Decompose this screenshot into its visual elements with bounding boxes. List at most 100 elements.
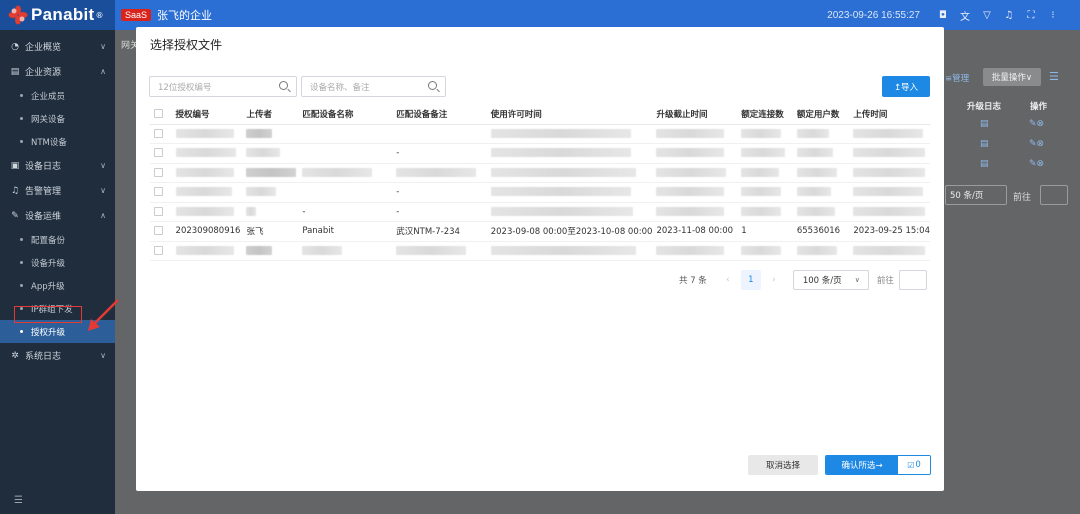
- device-note: 武汉NTM-7-234: [392, 221, 487, 242]
- sidebar-item-ntm[interactable]: NTM设备: [0, 130, 115, 153]
- table-row[interactable]: [150, 241, 930, 261]
- sidebar-group-label: 告警管理: [25, 187, 62, 197]
- edit-icon[interactable]: ✎⊗: [1029, 159, 1044, 169]
- goto-page-input[interactable]: [898, 270, 927, 290]
- bell-icon[interactable]: ♫: [998, 10, 1020, 21]
- license-id-search-input[interactable]: 12位授权编号: [149, 76, 297, 97]
- search-icon[interactable]: [428, 81, 437, 90]
- sidebar-item-label: 配置备份: [31, 235, 66, 246]
- row-checkbox[interactable]: [154, 167, 163, 177]
- list-view-icon[interactable]: ☰: [1049, 70, 1059, 83]
- translate-icon[interactable]: 文: [954, 8, 976, 23]
- cancel-selection-button[interactable]: 取消选择: [748, 455, 818, 475]
- license-period: 2023-09-08 00:00至2023-10-08 00:00: [486, 221, 653, 242]
- sidebar-item-device-upgrade[interactable]: 设备升级: [0, 251, 115, 274]
- next-page-icon[interactable]: ›: [767, 275, 781, 285]
- import-button[interactable]: ↥导入: [882, 76, 930, 97]
- row-checkbox[interactable]: [154, 226, 163, 236]
- confirm-selection-button[interactable]: 确认所选→ ☑ 0: [825, 455, 931, 475]
- sidebar-group-overview[interactable]: ◔ 企业概览 ∨: [0, 34, 115, 59]
- edit-icon[interactable]: ✎⊗: [1029, 119, 1044, 129]
- upload-time: 2023-09-25 15:04: [849, 221, 930, 242]
- doc-icon[interactable]: ▤: [980, 139, 989, 149]
- page-size-select[interactable]: 100 条/页 ∨: [792, 270, 869, 290]
- sidebar-item-label: 企业成员: [31, 91, 66, 102]
- table-header-row: 授权编号 上传者 匹配设备名称 匹配设备备注 使用许可时间 升级截止时间 额定连…: [150, 104, 930, 125]
- doc-icon[interactable]: ▤: [980, 119, 989, 129]
- chevron-down-icon: ∨: [100, 161, 106, 170]
- logo-area: Panabit ®: [0, 0, 115, 30]
- modal-title: 选择授权文件: [150, 38, 223, 52]
- saas-badge: SaaS: [121, 9, 152, 21]
- page-size-value: 100 条/页: [802, 276, 842, 286]
- row-checkbox[interactable]: [154, 187, 163, 197]
- rated-users: 65536016: [792, 221, 850, 242]
- bullet-icon: [20, 140, 23, 143]
- batch-ops-button[interactable]: 批量操作∨: [983, 68, 1041, 86]
- screenshot-icon[interactable]: ◘: [932, 10, 954, 21]
- company-name[interactable]: 张飞的企业: [157, 7, 212, 23]
- highlight-box: [14, 306, 82, 323]
- page-size-select[interactable]: 50 条/页: [945, 185, 1007, 205]
- sidebar-item-label: App升级: [31, 281, 65, 292]
- column-header: 上传时间: [849, 104, 930, 125]
- select-all-checkbox[interactable]: [154, 108, 163, 118]
- more-icon[interactable]: ⁝: [1042, 10, 1064, 21]
- select-license-modal: 选择授权文件 12位授权编号 设备名称、备注 ↥导入 授权编号 上传者 匹配设备…: [136, 27, 944, 491]
- sidebar-item-config-backup[interactable]: 配置备份: [0, 228, 115, 251]
- sidebar-item-app-upgrade[interactable]: App升级: [0, 274, 115, 297]
- top-bar: Panabit ® SaaS 张飞的企业 2023-09-26 16:55:27…: [0, 0, 1080, 30]
- goto-input[interactable]: [1040, 185, 1068, 205]
- table-row[interactable]: -: [150, 143, 930, 164]
- row-checkbox[interactable]: [154, 245, 163, 255]
- fullscreen-icon[interactable]: ⛶: [1020, 10, 1042, 21]
- row-checkbox[interactable]: [154, 206, 163, 216]
- sidebar-item-members[interactable]: 企业成员: [0, 84, 115, 107]
- panabit-logo-icon: [8, 5, 28, 25]
- pagination: 共 7 条 ‹ 1 › 100 条/页 ∨ 前往: [679, 270, 927, 290]
- doc-icon[interactable]: ▤: [980, 159, 989, 169]
- manage-link[interactable]: ≡管理: [945, 72, 969, 84]
- sidebar-item-label: 授权升级: [31, 327, 66, 338]
- column-header: 匹配设备名称: [298, 104, 393, 125]
- prev-page-icon[interactable]: ‹: [721, 275, 735, 285]
- gauge-icon: ◔: [11, 41, 19, 52]
- sidebar-item-gateways[interactable]: 网关设备: [0, 107, 115, 130]
- gear-icon: ✲: [11, 350, 19, 361]
- search-icon[interactable]: [279, 81, 288, 90]
- chevron-up-icon: ∧: [100, 211, 106, 220]
- table-row[interactable]: - -: [150, 202, 930, 222]
- sidebar-group-alerts[interactable]: ♫ 告警管理 ∨: [0, 178, 115, 203]
- row-checkbox[interactable]: [154, 128, 163, 138]
- shirt-icon[interactable]: ▽: [976, 10, 998, 21]
- menu-icon[interactable]: ☰: [14, 495, 23, 506]
- bullet-icon: [20, 94, 23, 97]
- column-header: 授权编号: [171, 104, 243, 125]
- column-header: 升级日志: [967, 102, 1002, 112]
- chevron-down-icon: ∨: [100, 42, 106, 51]
- table-row[interactable]: [150, 124, 930, 144]
- license-table: 授权编号 上传者 匹配设备名称 匹配设备备注 使用许可时间 升级截止时间 额定连…: [150, 104, 930, 261]
- sidebar-group-resources[interactable]: ▤ 企业资源 ∧: [0, 59, 115, 84]
- rated-connections: 1: [737, 221, 793, 242]
- row-checkbox[interactable]: [154, 148, 163, 158]
- column-header: 额定连接数: [737, 104, 793, 125]
- total-count: 共 7 条: [679, 276, 707, 286]
- edit-icon[interactable]: ✎⊗: [1029, 139, 1044, 149]
- sidebar-group-system-logs[interactable]: ✲ 系统日志 ∨: [0, 343, 115, 368]
- sidebar-group-device-logs[interactable]: ▣ 设备日志 ∨: [0, 153, 115, 178]
- log-icon: ▣: [10, 160, 20, 171]
- column-header: 上传者: [242, 104, 299, 125]
- table-row[interactable]: [150, 163, 930, 183]
- sidebar-group-ops[interactable]: ✎ 设备运维 ∧: [0, 203, 115, 228]
- page-number[interactable]: 1: [740, 270, 761, 290]
- chevron-up-icon: ∧: [100, 67, 106, 76]
- sidebar-item-label: NTM设备: [31, 137, 67, 148]
- column-header: 匹配设备备注: [392, 104, 487, 125]
- device-search-input[interactable]: 设备名称、备注: [301, 76, 446, 97]
- table-row[interactable]: -: [150, 182, 930, 203]
- sidebar-group-label: 企业资源: [25, 68, 62, 78]
- column-header: 额定用户数: [792, 104, 850, 125]
- bullet-icon: [20, 330, 23, 333]
- table-row[interactable]: 202309080916 张飞 Panabit 武汉NTM-7-234 2023…: [150, 221, 930, 242]
